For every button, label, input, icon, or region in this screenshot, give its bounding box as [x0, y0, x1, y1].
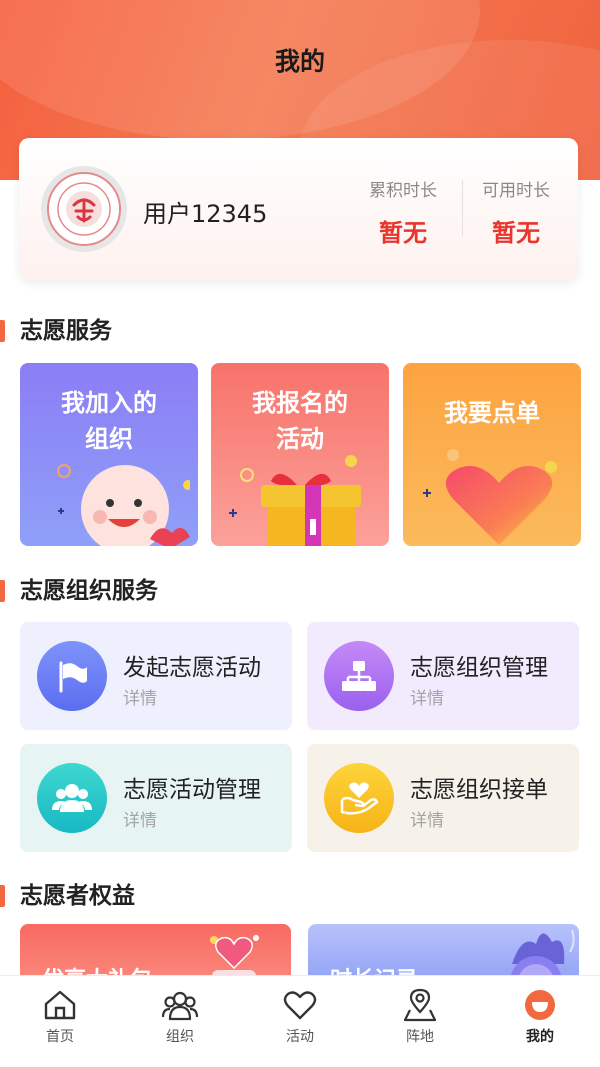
- section-title-org-service: 志愿组织服务: [0, 576, 158, 606]
- tab-label: 我的: [526, 1029, 554, 1045]
- stat-label: 可用时长: [482, 181, 550, 201]
- stat-available[interactable]: 可用时长 暂无: [461, 176, 571, 248]
- tab-label: 阵地: [406, 1029, 434, 1045]
- tile-title: 发起志愿活动: [123, 655, 261, 681]
- avatar[interactable]: [41, 166, 127, 252]
- heart-outline-icon: [240, 988, 360, 1022]
- stat-value: 暂无: [379, 219, 427, 247]
- tile-detail-link[interactable]: 详情: [123, 806, 157, 831]
- smile-face-icon: [57, 464, 190, 546]
- username: 用户12345: [143, 200, 268, 228]
- org-management-tile[interactable]: 志愿组织管理 详情: [307, 622, 579, 730]
- card-label: 我报名的 活动: [252, 389, 348, 453]
- section-title-rights: 志愿者权益: [0, 881, 135, 911]
- tile-detail-link[interactable]: 详情: [410, 684, 444, 709]
- home-icon: [0, 988, 120, 1022]
- section-title-volunteer-service: 志愿服务: [0, 316, 112, 346]
- card-label: 我要点单: [444, 399, 540, 427]
- hand-heart-icon: [324, 763, 394, 833]
- tile-detail-link[interactable]: 详情: [123, 684, 157, 709]
- tab-label: 首页: [46, 1029, 74, 1045]
- tile-title: 志愿组织管理: [410, 655, 548, 681]
- profile-card[interactable]: 用户12345 累积时长 暂无 可用时长 暂无: [19, 138, 578, 280]
- card-label: 我加入的 组织: [61, 389, 157, 453]
- place-order-card[interactable]: 我要点单: [403, 363, 581, 546]
- tile-title: 志愿组织接单: [410, 777, 548, 803]
- tab-label: 组织: [166, 1029, 194, 1045]
- tab-organization[interactable]: 组织: [120, 988, 240, 1046]
- bottom-tab-bar: 首页 组织 活动 阵地 我的: [0, 975, 600, 1067]
- org-chart-icon: [324, 641, 394, 711]
- joined-orgs-card[interactable]: 我加入的 组织: [20, 363, 198, 546]
- tab-label: 活动: [286, 1029, 314, 1045]
- stat-label: 累积时长: [369, 181, 437, 201]
- tile-detail-link[interactable]: 详情: [410, 806, 444, 831]
- flag-icon: [37, 641, 107, 711]
- tab-base[interactable]: 阵地: [360, 988, 480, 1046]
- stat-accumulated[interactable]: 累积时长 暂无: [348, 176, 458, 248]
- org-accept-orders-tile[interactable]: 志愿组织接单 详情: [307, 744, 579, 852]
- registered-activities-card[interactable]: 我报名的 活动: [211, 363, 389, 546]
- my-page: 我的 用户12345 累积时长 暂无 可用时长 暂无 志愿服务 我加入的 组织: [0, 0, 600, 1067]
- stat-value: 暂无: [492, 219, 540, 247]
- launch-activity-tile[interactable]: 发起志愿活动 详情: [20, 622, 292, 730]
- gift-box-icon: [229, 455, 361, 546]
- tab-mine[interactable]: 我的: [480, 988, 600, 1046]
- people-icon: [120, 988, 240, 1022]
- tile-title: 志愿活动管理: [123, 777, 261, 803]
- heart-icon: [423, 449, 557, 545]
- map-pin-icon: [360, 988, 480, 1022]
- tab-activity[interactable]: 活动: [240, 988, 360, 1046]
- profile-icon: [480, 988, 600, 1022]
- group-icon: [37, 763, 107, 833]
- page-title: 我的: [274, 47, 325, 76]
- volunteer-logo-icon: [47, 172, 121, 246]
- activity-management-tile[interactable]: 志愿活动管理 详情: [20, 744, 292, 852]
- tab-home[interactable]: 首页: [0, 988, 120, 1046]
